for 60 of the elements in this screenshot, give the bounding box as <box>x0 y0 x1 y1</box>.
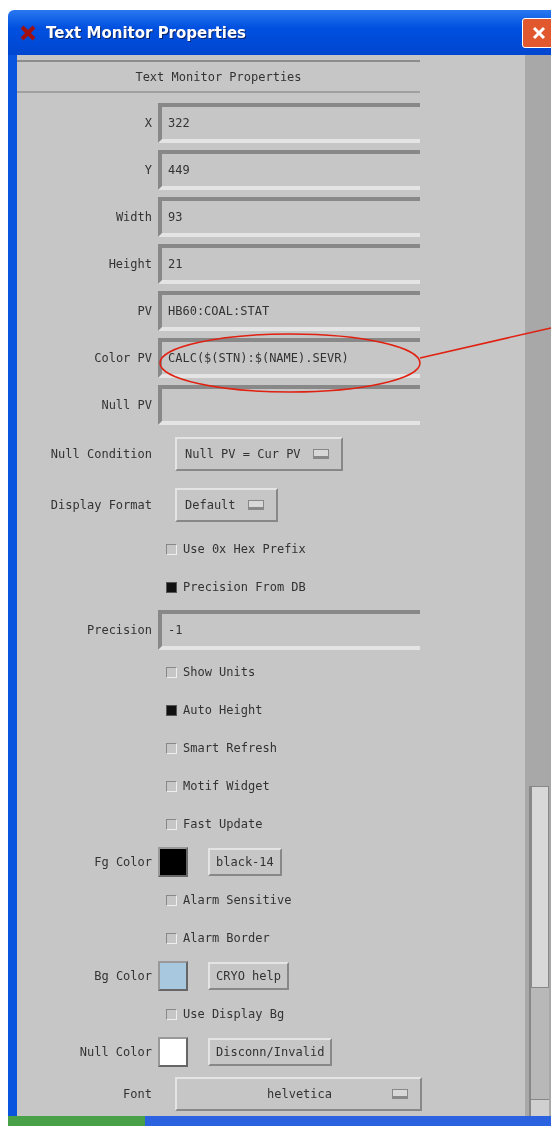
input-field[interactable]: CALC($(STN):$(NAME).SEVR) <box>158 337 420 378</box>
checkbox[interactable] <box>166 666 177 678</box>
checkbox[interactable] <box>166 932 177 944</box>
caret-icon <box>247 499 264 510</box>
checkbox-label: Fast Update <box>183 817 263 831</box>
color-name-button[interactable]: CRYO help <box>208 962 290 990</box>
input-field[interactable]: 21 <box>158 243 420 284</box>
color-swatch[interactable] <box>158 961 188 991</box>
caret-icon <box>312 448 329 459</box>
checkbox-label: Motif Widget <box>183 779 270 793</box>
color-name-button[interactable]: Disconn/Invalid <box>208 1038 333 1066</box>
checkbox[interactable] <box>166 894 177 906</box>
dropdown-menu[interactable]: helvetica <box>175 1076 422 1111</box>
close-button[interactable] <box>522 17 551 48</box>
field-label: Display Format <box>49 497 152 512</box>
input-field[interactable]: 322 <box>158 102 420 143</box>
checkbox[interactable] <box>166 818 177 830</box>
input-field[interactable]: -1 <box>158 609 420 650</box>
caret-icon <box>392 1088 408 1099</box>
color-swatch[interactable] <box>158 847 188 877</box>
checkbox[interactable] <box>166 1008 177 1020</box>
field-label: X <box>143 115 152 130</box>
field-label: Null Color <box>78 1045 152 1059</box>
dropdown-menu[interactable]: Null PV = Cur PV <box>175 436 343 471</box>
checkbox-label: Alarm Sensitive <box>183 893 292 907</box>
field-label: Precision <box>85 622 152 637</box>
checkbox-label: Precision From DB <box>183 580 306 594</box>
input-field[interactable] <box>158 384 420 425</box>
dropdown-menu[interactable]: Default <box>175 487 278 522</box>
checkbox-label: Use 0x Hex Prefix <box>183 542 306 556</box>
field-label: Fg Color <box>93 855 152 869</box>
checkbox-label: Show Units <box>183 665 256 679</box>
field-label: Font <box>122 1086 152 1101</box>
field-label: Bg Color <box>93 969 152 983</box>
checkbox[interactable] <box>166 742 177 754</box>
panel-heading: Text Monitor Properties <box>17 60 420 93</box>
checkbox[interactable] <box>166 581 177 593</box>
color-name-button[interactable]: black-14 <box>208 848 282 876</box>
checkbox[interactable] <box>166 543 177 555</box>
app-icon <box>20 24 36 41</box>
field-label: Y <box>143 162 152 177</box>
close-icon <box>530 24 547 41</box>
field-label: Height <box>107 256 152 271</box>
field-label: Width <box>114 209 152 224</box>
input-field[interactable]: 449 <box>158 149 420 190</box>
field-label: PV <box>136 303 152 318</box>
field-label: Color PV <box>93 350 152 365</box>
input-field[interactable]: 93 <box>158 196 420 237</box>
scrollbar[interactable] <box>529 786 549 1116</box>
color-swatch[interactable] <box>158 1037 188 1067</box>
checkbox[interactable] <box>166 780 177 792</box>
window-title: Text Monitor Properties <box>46 23 248 42</box>
checkbox-label: Auto Height <box>183 703 263 717</box>
input-field[interactable]: HB60:COAL:STAT <box>158 290 420 331</box>
checkbox-label: Smart Refresh <box>183 741 277 755</box>
checkbox-label: Alarm Border <box>183 931 270 945</box>
checkbox[interactable] <box>166 704 177 716</box>
checkbox-label: Use Display Bg <box>183 1007 285 1021</box>
field-label: Null PV <box>100 397 152 412</box>
field-label: Null Condition <box>49 446 152 461</box>
